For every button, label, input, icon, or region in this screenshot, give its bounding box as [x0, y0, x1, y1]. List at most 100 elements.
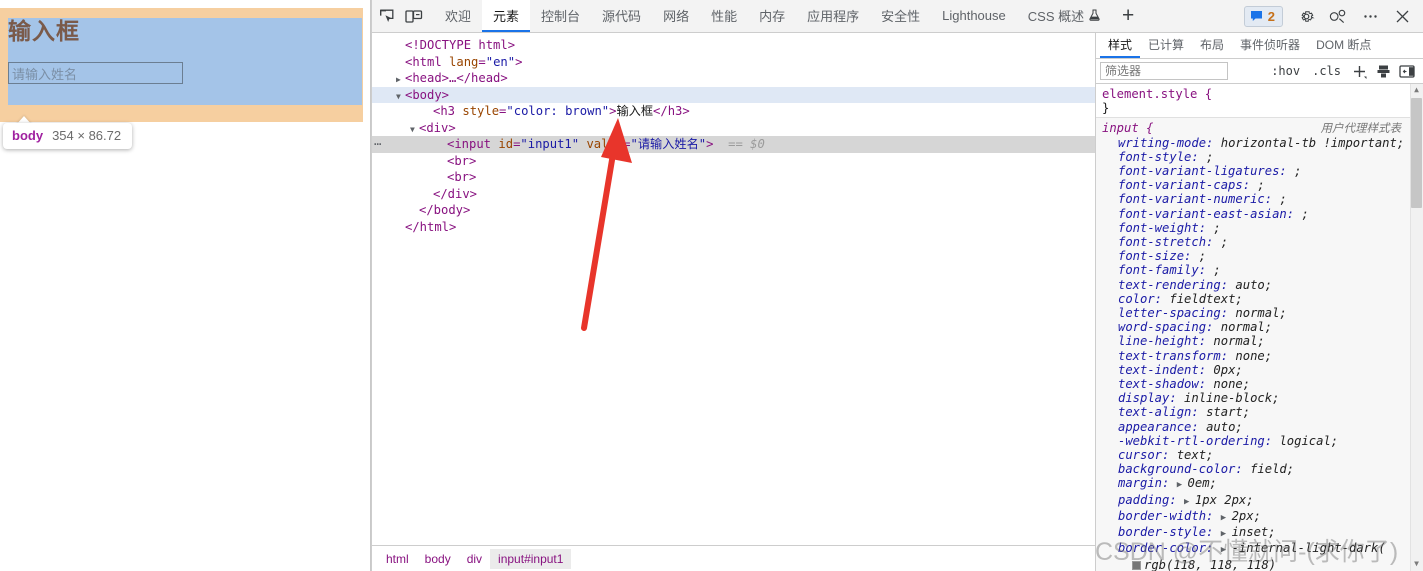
dom-tree-node[interactable]: </div> [372, 186, 1095, 203]
css-value[interactable]: 2px; [1232, 509, 1261, 523]
scroll-up-arrow-icon[interactable]: ▲ [1411, 85, 1422, 96]
css-declaration[interactable]: text-transform: none; [1102, 349, 1423, 363]
css-value[interactable]: normal; [1213, 334, 1264, 348]
tab-performance[interactable]: 性能 [700, 0, 748, 32]
css-property-name[interactable]: font-family: [1118, 263, 1213, 277]
css-declaration[interactable]: text-shadow: none; [1102, 377, 1423, 391]
css-declaration[interactable]: background-color: field; [1102, 462, 1423, 476]
tab-css-overview[interactable]: CSS 概述 [1017, 0, 1111, 32]
dom-tree-node[interactable]: <br> [372, 169, 1095, 186]
tab-elements[interactable]: 元素 [482, 0, 531, 32]
breadcrumb-item-body[interactable]: body [417, 549, 459, 569]
computed-sidebar-toggle-icon[interactable] [1395, 61, 1419, 81]
css-declaration[interactable]: text-indent: 0px; [1102, 363, 1423, 377]
element-classes-button[interactable]: .cls [1306, 64, 1347, 78]
css-declaration[interactable]: font-variant-east-asian: ; [1102, 207, 1423, 221]
dom-tree-node[interactable]: </body> [372, 202, 1095, 219]
css-property-name[interactable]: writing-mode: [1118, 136, 1221, 150]
css-declaration[interactable]: font-variant-ligatures: ; [1102, 164, 1423, 178]
css-property-name[interactable]: font-size: [1118, 249, 1199, 263]
dom-tree[interactable]: <!DOCTYPE html> <html lang="en"> ▶ <head>…… [372, 33, 1095, 545]
scroll-down-arrow-icon[interactable]: ▼ [1411, 559, 1422, 570]
css-value[interactable]: ; [1199, 249, 1206, 263]
tab-styles[interactable]: 样式 [1100, 33, 1141, 58]
css-property-name[interactable]: background-color: [1118, 462, 1250, 476]
tab-console[interactable]: 控制台 [530, 0, 591, 32]
tab-layout[interactable]: 布局 [1192, 33, 1232, 58]
customize-devtools-icon[interactable] [1323, 3, 1353, 29]
css-property-name[interactable]: font-variant-east-asian: [1118, 207, 1301, 221]
css-property-name[interactable]: line-height: [1118, 334, 1213, 348]
expand-shorthand-triangle-icon[interactable]: ▶ [1221, 527, 1232, 541]
css-value[interactable]: ; [1213, 263, 1220, 277]
css-declaration[interactable]: letter-spacing: normal; [1102, 306, 1423, 320]
css-property-name[interactable]: margin: [1118, 476, 1177, 490]
css-property-name[interactable]: font-stretch: [1118, 235, 1221, 249]
css-declaration[interactable]: padding: ▶ 1px 2px; [1102, 493, 1423, 509]
css-property-name[interactable]: border-color: [1118, 541, 1221, 555]
element-state-icon[interactable] [1371, 61, 1395, 81]
css-value[interactable]: -internal-light-dark( [1232, 541, 1386, 555]
device-toolbar-icon[interactable] [400, 0, 428, 32]
css-property-name[interactable]: text-align: [1118, 405, 1206, 419]
styles-filter-input[interactable] [1100, 62, 1228, 80]
expand-shorthand-triangle-icon[interactable]: ▶ [1184, 495, 1195, 509]
css-value[interactable]: inline-block; [1184, 391, 1279, 405]
css-value[interactable]: 1px 2px; [1195, 493, 1254, 507]
css-value[interactable]: logical; [1279, 434, 1338, 448]
css-declaration[interactable]: color: fieldtext; [1102, 292, 1423, 306]
css-property-name[interactable]: font-style: [1118, 150, 1206, 164]
css-value[interactable]: 0em; [1188, 476, 1217, 490]
css-declaration[interactable]: -webkit-rtl-ordering: logical; [1102, 434, 1423, 448]
css-selector[interactable]: input { [1102, 121, 1153, 135]
css-property-name[interactable]: cursor: [1118, 448, 1177, 462]
css-value[interactable]: 0px; [1213, 363, 1242, 377]
tab-lighthouse[interactable]: Lighthouse [931, 0, 1017, 32]
tab-computed[interactable]: 已计算 [1140, 33, 1192, 58]
css-property-name[interactable]: appearance: [1118, 420, 1206, 434]
css-declaration[interactable]: rgb(118, 118, 118) [1102, 558, 1423, 571]
issues-counter-button[interactable]: 2 [1243, 5, 1283, 27]
css-declaration[interactable]: line-height: normal; [1102, 334, 1423, 348]
css-value[interactable]: start; [1206, 405, 1250, 419]
more-tabs-button[interactable]: + [1111, 0, 1145, 32]
css-declaration[interactable]: font-stretch: ; [1102, 235, 1423, 249]
css-value[interactable]: text; [1177, 448, 1214, 462]
breadcrumb-item-div[interactable]: div [459, 549, 490, 569]
css-value[interactable]: auto; [1206, 420, 1243, 434]
css-property-name[interactable]: word-spacing: [1118, 320, 1221, 334]
css-value[interactable]: none; [1213, 377, 1250, 391]
expand-shorthand-triangle-icon[interactable]: ▶ [1177, 478, 1188, 492]
settings-gear-icon[interactable] [1291, 3, 1321, 29]
dom-tree-node[interactable]: <br> [372, 153, 1095, 170]
css-value[interactable]: normal; [1221, 320, 1272, 334]
css-property-name[interactable]: -webkit-rtl-ordering: [1118, 434, 1279, 448]
dom-tree-node[interactable]: <html lang="en"> [372, 54, 1095, 71]
css-declaration[interactable]: text-align: start; [1102, 405, 1423, 419]
css-selector[interactable]: element.style { [1102, 87, 1212, 101]
new-style-rule-icon[interactable] [1347, 61, 1371, 81]
tab-dom-breakpoints[interactable]: DOM 断点 [1308, 33, 1379, 58]
tab-memory[interactable]: 内存 [748, 0, 796, 32]
tab-sources[interactable]: 源代码 [591, 0, 652, 32]
css-property-name[interactable]: font-variant-caps: [1118, 178, 1257, 192]
css-property-name[interactable]: color: [1118, 292, 1169, 306]
css-value[interactable]: fieldtext; [1169, 292, 1242, 306]
close-devtools-icon[interactable] [1387, 3, 1417, 29]
css-property-name[interactable]: font-weight: [1118, 221, 1213, 235]
css-value[interactable]: ; [1257, 178, 1264, 192]
tab-security[interactable]: 安全性 [870, 0, 931, 32]
dom-tree-node[interactable]: ⋯ <input id="input1" value="请输入姓名"> == $… [372, 136, 1095, 153]
tab-welcome[interactable]: 欢迎 [434, 0, 482, 32]
more-options-icon[interactable] [1355, 3, 1385, 29]
dom-tree-node[interactable]: <!DOCTYPE html> [372, 37, 1095, 54]
css-property-name[interactable]: border-width: [1118, 509, 1221, 523]
css-property-name[interactable]: text-shadow: [1118, 377, 1213, 391]
css-value[interactable]: auto; [1235, 278, 1272, 292]
styles-rules-list[interactable]: element.style {} input {用户代理样式表 writing-mo… [1096, 84, 1423, 571]
expand-shorthand-triangle-icon[interactable]: ▶ [1221, 511, 1232, 525]
css-value[interactable]: none; [1235, 349, 1272, 363]
css-value[interactable]: ; [1213, 221, 1220, 235]
css-property-name[interactable]: text-rendering: [1118, 278, 1235, 292]
css-property-name[interactable]: font-variant-numeric: [1118, 192, 1279, 206]
